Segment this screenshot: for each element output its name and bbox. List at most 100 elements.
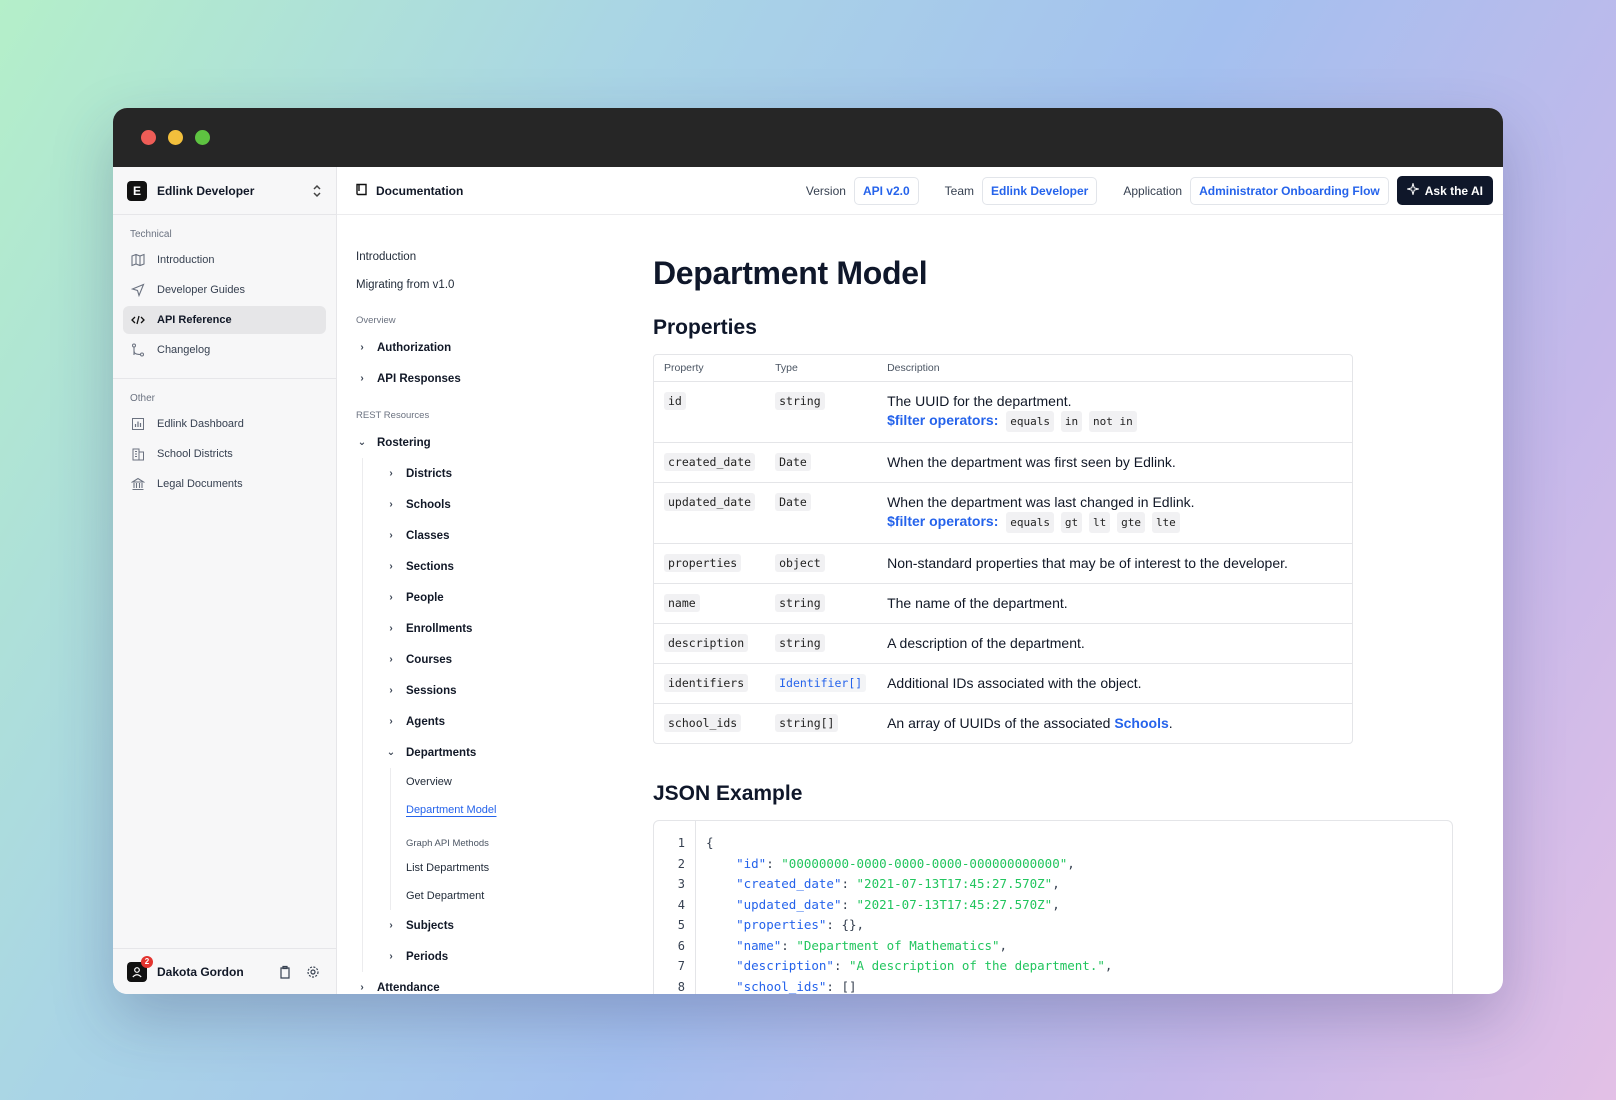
docnav-api-responses[interactable]: › API Responses [356,363,617,394]
workspace-switcher[interactable]: E Edlink Developer [113,167,336,215]
table-header-row: Property Type Description [654,355,1352,382]
code-line: "name": "Department of Mathematics", [736,937,1008,953]
sidebar-item-label: Introduction [157,254,215,266]
docnav-sections[interactable]: › Sections [385,551,617,582]
docnav-migrating[interactable]: Migrating from v1.0 [356,271,617,299]
docnav-rostering[interactable]: ⌄ Rostering [356,427,617,458]
docnav-get-department[interactable]: Get Department [406,882,617,910]
sidebar-item-legal-documents[interactable]: Legal Documents [123,470,326,498]
table-row: description string A description of the … [654,624,1352,664]
docnav-departments[interactable]: ⌄ Departments [385,737,617,768]
property-name: properties [664,554,742,572]
sidebar-item-api-reference[interactable]: API Reference [123,306,326,334]
docnav-departments-overview[interactable]: Overview [406,768,617,796]
property-type: string [775,634,825,652]
sidebar-item-introduction[interactable]: Introduction [123,246,326,274]
code-icon [131,313,145,327]
building-icon [131,447,145,461]
docnav-item-label: People [406,591,444,604]
docnav-agents[interactable]: › Agents [385,706,617,737]
rostering-children: › Districts › Schools › Classes › Sections ›… [362,458,617,972]
property-type: Date [775,453,811,471]
docnav-subjects[interactable]: › Subjects [385,910,617,941]
page-title: Documentation [355,183,463,199]
operator-tag: equals [1006,411,1054,432]
properties-heading: Properties [653,316,757,339]
property-name: updated_date [664,493,756,511]
sidebar-item-label: Edlink Dashboard [157,418,244,430]
operator-tag: gte [1117,512,1146,533]
table-row: id string The UUID for the department. $… [654,382,1352,443]
user-footer: 2 Dakota Gordon [113,948,336,994]
chevron-right-icon: › [389,685,393,696]
sidebar-item-label: School Districts [157,448,233,460]
gear-icon[interactable] [304,963,322,981]
chevron-right-icon: › [389,468,393,479]
schools-link[interactable]: Schools [1114,715,1168,731]
minimize-window-button[interactable] [168,130,183,145]
table-row: updated_date Date When the department wa… [654,483,1352,544]
chevron-down-icon: ⌄ [386,747,396,758]
docnav-item-label: Authorization [377,341,452,354]
docnav-districts[interactable]: › Districts [385,458,617,489]
chevron-right-icon: › [360,342,364,353]
column-header: Property [654,355,766,382]
docnav-attendance[interactable]: › Attendance [356,972,617,994]
sidebar-item-changelog[interactable]: Changelog [123,336,326,364]
docs-navigation: Introduction Migrating from v1.0 Overvie… [337,215,617,994]
ask-ai-button[interactable]: Ask the AI [1396,176,1493,205]
docnav-classes[interactable]: › Classes [385,520,617,551]
user-name: Dakota Gordon [157,964,244,979]
map-icon [131,253,145,267]
docnav-authorization[interactable]: › Authorization [356,332,617,363]
docnav-periods[interactable]: › Periods [385,941,617,972]
docnav-list-departments[interactable]: List Departments [406,854,617,882]
chevron-down-icon: ⌄ [357,437,367,448]
operator-tag: lte [1151,512,1180,533]
docnav-people[interactable]: › People [385,582,617,613]
operator-tag: not in [1089,411,1137,432]
sidebar-item-label: API Reference [157,314,232,326]
chevron-right-icon: › [360,982,364,993]
docnav-schools[interactable]: › Schools [385,489,617,520]
code-line: "description": "A description of the dep… [736,958,1113,973]
sidebar-section-label: Technical [130,229,172,240]
line-number: 6 [677,938,685,953]
property-type: string [775,594,825,612]
chevron-right-icon: › [360,373,364,384]
line-number: 1 [677,836,685,850]
version-select[interactable]: API v2.0 [853,176,919,205]
team-select[interactable]: Edlink Developer [981,176,1098,205]
chevron-up-down-icon [312,184,322,198]
docnav-introduction[interactable]: Introduction [356,243,617,271]
docnav-item-label: Attendance [377,981,440,994]
close-window-button[interactable] [141,130,156,145]
docnav-item-label: Rostering [377,436,431,449]
docnav-item-label: Schools [406,498,451,511]
filter-operators: $filter operators: equals in not in [887,411,1342,432]
docnav-department-model[interactable]: Department Model [406,796,617,824]
docnav-courses[interactable]: › Courses [385,644,617,675]
docnav-section-label: Overview [356,315,396,326]
property-description: Non-standard properties that may be of i… [887,555,1288,571]
docnav-enrollments[interactable]: › Enrollments [385,613,617,644]
sidebar-item-label: Changelog [157,344,211,356]
avatar[interactable]: 2 [127,955,153,982]
clipboard-icon[interactable] [276,963,294,981]
docnav-item-label: Sessions [406,684,457,697]
docnav-sessions[interactable]: › Sessions [385,675,617,706]
docnav-item-label: Agents [406,715,445,728]
identifier-type-link[interactable]: Identifier[] [775,674,867,692]
sidebar-item-developer-guides[interactable]: Developer Guides [123,276,326,304]
sidebar-item-edlink-dashboard[interactable]: Edlink Dashboard [123,410,326,438]
docnav-item-label: Classes [406,529,450,542]
code-line: "id": "00000000-0000-0000-0000-000000000… [736,855,1075,871]
docnav-item-label: Courses [406,653,453,666]
maximize-window-button[interactable] [195,130,210,145]
docnav-item-label: Districts [406,467,453,480]
filter-operators-link[interactable]: $filter operators: [887,412,998,428]
sidebar-item-school-districts[interactable]: School Districts [123,440,326,468]
application-select[interactable]: Administrator Onboarding Flow [1190,176,1389,205]
property-description: The name of the department. [887,595,1068,611]
filter-operators-link[interactable]: $filter operators: [887,513,998,529]
